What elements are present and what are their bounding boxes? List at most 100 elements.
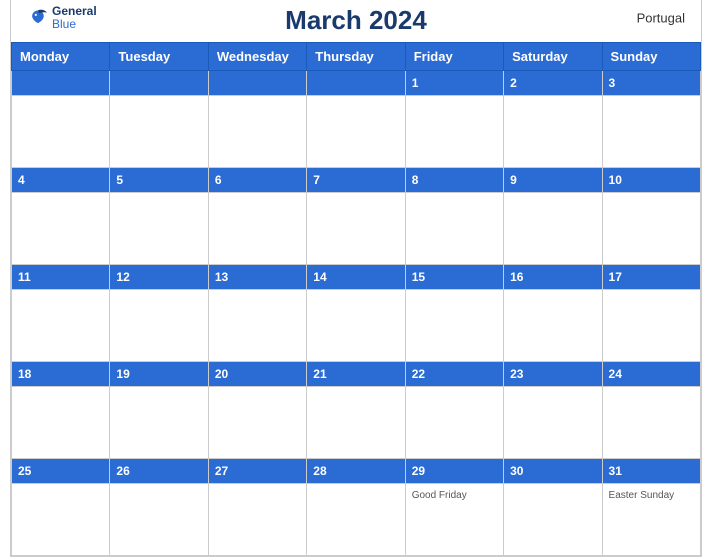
day-content-cell xyxy=(504,95,602,167)
day-number: 2 xyxy=(510,76,517,90)
day-number: 20 xyxy=(215,367,228,381)
day-number: 7 xyxy=(313,173,320,187)
day-number-cell: 21 xyxy=(307,361,405,386)
day-number-cell: 16 xyxy=(504,264,602,289)
weekday-wednesday: Wednesday xyxy=(208,42,306,70)
day-number-cell: 15 xyxy=(405,264,503,289)
day-number-cell: 23 xyxy=(504,361,602,386)
day-number-cell: 18 xyxy=(12,361,110,386)
logo-text-blue: Blue xyxy=(52,18,97,31)
day-content-cell xyxy=(110,483,208,555)
day-number: 17 xyxy=(609,270,622,284)
day-number: 28 xyxy=(313,464,326,478)
day-number-cell: 29 xyxy=(405,458,503,483)
day-number: 30 xyxy=(510,464,523,478)
day-content-cell xyxy=(307,386,405,458)
logo: General Blue xyxy=(27,5,97,31)
day-content-cell xyxy=(307,192,405,264)
weekday-monday: Monday xyxy=(12,42,110,70)
day-number: 21 xyxy=(313,367,326,381)
day-number-cell: 8 xyxy=(405,167,503,192)
day-number-cell: 26 xyxy=(110,458,208,483)
day-number: 23 xyxy=(510,367,523,381)
day-number: 9 xyxy=(510,173,517,187)
logo-icon xyxy=(27,7,49,29)
day-content-cell xyxy=(307,483,405,555)
day-content-cell: Good Friday xyxy=(405,483,503,555)
day-number-cell: 12 xyxy=(110,264,208,289)
weekday-sunday: Sunday xyxy=(602,42,700,70)
day-number-cell: 3 xyxy=(602,70,700,95)
day-number: 11 xyxy=(18,270,31,284)
day-number-cell: 2 xyxy=(504,70,602,95)
day-number: 24 xyxy=(609,367,622,381)
day-content-cell xyxy=(12,289,110,361)
day-number: 15 xyxy=(412,270,425,284)
day-number: 26 xyxy=(116,464,129,478)
day-event: Good Friday xyxy=(412,490,497,501)
day-content-cell xyxy=(504,192,602,264)
calendar-header: General Blue March 2024 Portugal xyxy=(11,0,701,42)
day-number-cell xyxy=(307,70,405,95)
weekday-thursday: Thursday xyxy=(307,42,405,70)
day-number-cell: 10 xyxy=(602,167,700,192)
day-number-cell: 9 xyxy=(504,167,602,192)
day-number-cell: 11 xyxy=(12,264,110,289)
day-content-cell xyxy=(405,386,503,458)
day-number: 27 xyxy=(215,464,228,478)
day-number: 13 xyxy=(215,270,228,284)
day-content-cell xyxy=(12,483,110,555)
day-content-cell xyxy=(602,192,700,264)
week-number-row-4: 18 19 20 21 22 23 24 xyxy=(12,361,701,386)
week-number-row-1: 1 2 3 xyxy=(12,70,701,95)
day-number-cell xyxy=(12,70,110,95)
week-content-row-4 xyxy=(12,386,701,458)
day-number-cell: 19 xyxy=(110,361,208,386)
day-number: 19 xyxy=(116,367,129,381)
day-content-cell xyxy=(405,95,503,167)
day-number: 29 xyxy=(412,464,425,478)
day-content-cell xyxy=(208,483,306,555)
calendar-table: MondayTuesdayWednesdayThursdayFridaySatu… xyxy=(11,42,701,556)
day-number-cell: 25 xyxy=(12,458,110,483)
day-number-cell: 31 xyxy=(602,458,700,483)
day-number-cell: 30 xyxy=(504,458,602,483)
day-number: 5 xyxy=(116,173,123,187)
day-number-cell: 28 xyxy=(307,458,405,483)
week-number-row-3: 11 12 13 14 15 16 17 xyxy=(12,264,701,289)
day-content-cell xyxy=(307,95,405,167)
day-number-cell: 6 xyxy=(208,167,306,192)
week-content-row-3 xyxy=(12,289,701,361)
day-number-cell xyxy=(208,70,306,95)
day-content-cell xyxy=(405,289,503,361)
day-content-cell xyxy=(208,192,306,264)
day-content-cell xyxy=(110,289,208,361)
day-number: 4 xyxy=(18,173,25,187)
day-number-cell: 1 xyxy=(405,70,503,95)
day-content-cell xyxy=(602,289,700,361)
day-number-cell: 24 xyxy=(602,361,700,386)
week-number-row-5: 25 26 27 28 29 30 31 xyxy=(12,458,701,483)
day-content-cell xyxy=(12,192,110,264)
weekday-saturday: Saturday xyxy=(504,42,602,70)
day-number: 10 xyxy=(609,173,622,187)
calendar-title: March 2024 xyxy=(285,5,427,36)
day-event: Easter Sunday xyxy=(609,490,694,501)
day-number: 1 xyxy=(412,76,419,90)
day-content-cell xyxy=(110,386,208,458)
day-content-cell xyxy=(405,192,503,264)
day-content-cell xyxy=(208,289,306,361)
day-content-cell xyxy=(12,95,110,167)
day-number-cell: 22 xyxy=(405,361,503,386)
day-content-cell xyxy=(602,386,700,458)
day-number: 18 xyxy=(18,367,31,381)
day-number-cell: 4 xyxy=(12,167,110,192)
day-number: 8 xyxy=(412,173,419,187)
day-number-cell: 27 xyxy=(208,458,306,483)
weekday-header-row: MondayTuesdayWednesdayThursdayFridaySatu… xyxy=(12,42,701,70)
day-content-cell xyxy=(110,192,208,264)
day-content-cell xyxy=(208,95,306,167)
weekday-friday: Friday xyxy=(405,42,503,70)
day-number: 14 xyxy=(313,270,326,284)
day-number-cell: 14 xyxy=(307,264,405,289)
